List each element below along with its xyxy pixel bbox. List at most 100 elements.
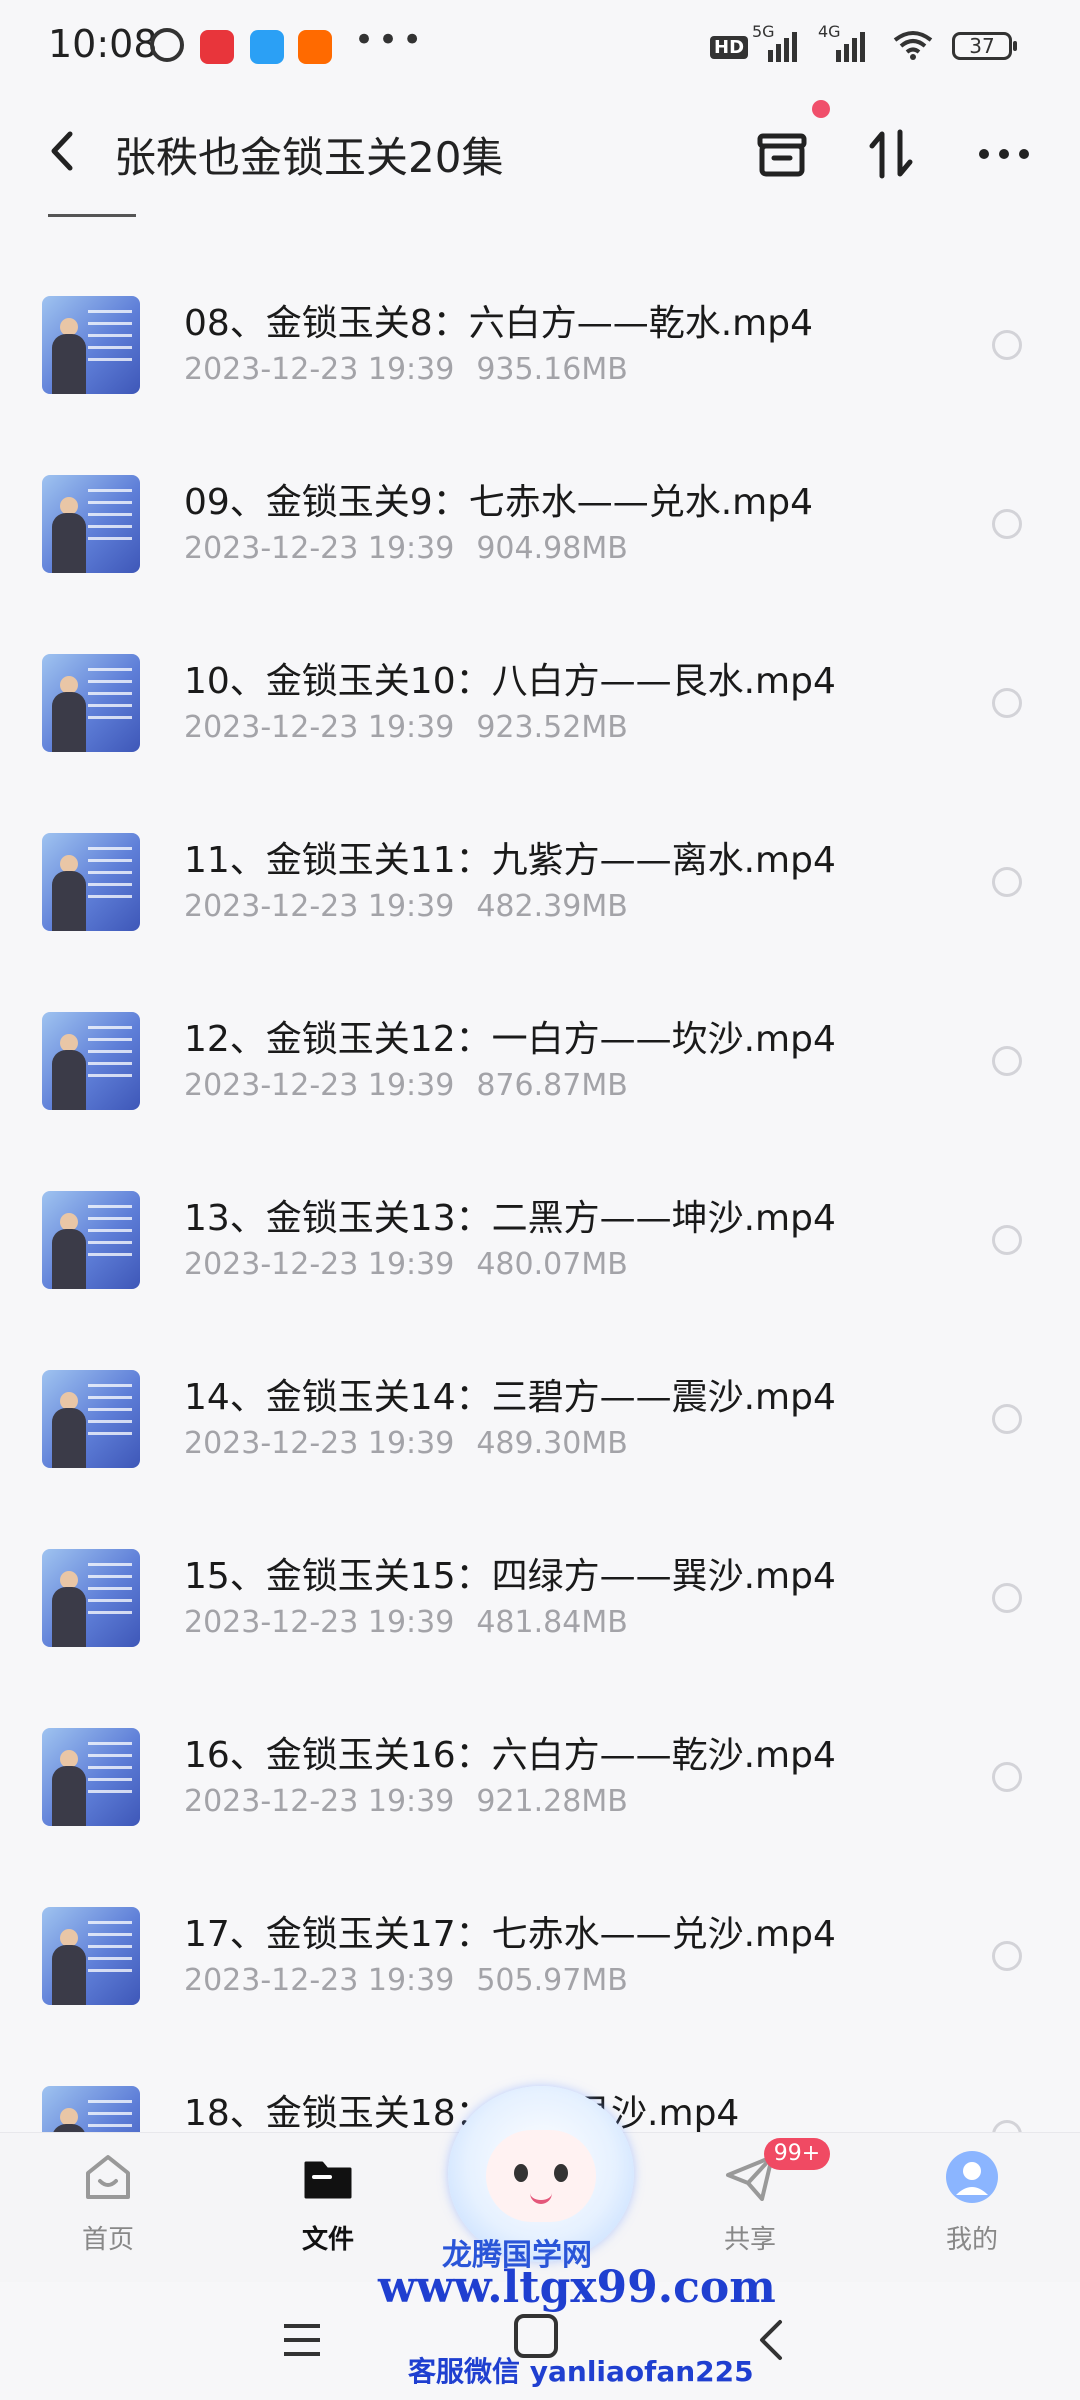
tab-home[interactable]: 首页 xyxy=(38,2133,178,2283)
select-checkbox[interactable] xyxy=(992,1762,1022,1792)
file-name: 18、金锁玉关18： ——艮沙.mp4 xyxy=(184,2093,740,2132)
file-size: 480.07MB xyxy=(476,1247,628,1282)
avatar-icon xyxy=(946,2151,998,2203)
watermark-contact: 客服微信 yanliaofan225 xyxy=(408,2355,754,2388)
file-date: 2023-12-23 19:39 xyxy=(184,531,455,566)
alarm-icon xyxy=(150,28,184,62)
file-size: 505.97MB xyxy=(476,1963,628,1998)
file-date: 2023-12-23 19:39 xyxy=(184,1068,455,1103)
file-name: 08、金锁玉关8：六白方——乾水.mp4 xyxy=(184,303,813,344)
list-item[interactable]: 15、金锁玉关15：四绿方——巽沙.mp4 2023-12-23 19:39 48… xyxy=(0,1493,1080,1672)
file-date: 2023-12-23 19:39 xyxy=(184,1426,455,1461)
video-thumbnail xyxy=(42,833,140,931)
notification-dot xyxy=(812,100,830,118)
top-bar: 张秩也金锁玉关20集 xyxy=(0,96,1080,206)
video-thumbnail xyxy=(42,1728,140,1826)
tab-label: 文件 xyxy=(301,2225,354,2255)
tab-files[interactable]: 文件 xyxy=(258,2133,398,2283)
video-thumbnail xyxy=(42,1012,140,1110)
file-meta: 2023-12-23 19:39 489.30MB xyxy=(184,1426,628,1461)
file-name: 17、金锁玉关17：七赤水——兑沙.mp4 xyxy=(184,1914,836,1955)
select-checkbox[interactable] xyxy=(992,1583,1022,1613)
select-checkbox[interactable] xyxy=(992,1404,1022,1434)
home-icon xyxy=(86,2155,130,2199)
system-back-icon[interactable] xyxy=(756,2318,786,2362)
file-date: 2023-12-23 19:39 xyxy=(184,352,455,387)
select-checkbox[interactable] xyxy=(992,1046,1022,1076)
status-bar: 10:08 ••• HD 5G 4G 37 xyxy=(0,0,1080,96)
select-checkbox[interactable] xyxy=(992,330,1022,360)
app-notification-icon xyxy=(200,30,234,64)
list-item[interactable]: 11、金锁玉关11：九紫方——离水.mp4 2023-12-23 19:39 48… xyxy=(0,777,1080,956)
file-meta: 2023-12-23 19:39 923.52MB xyxy=(184,710,628,745)
folder-icon xyxy=(304,2161,352,2199)
file-name: 13、金锁玉关13：二黑方——坤沙.mp4 xyxy=(184,1198,836,1239)
file-meta: 2023-12-23 19:39 935.16MB xyxy=(184,352,628,387)
list-item[interactable]: 14、金锁玉关14：三碧方——震沙.mp4 2023-12-23 19:39 48… xyxy=(0,1314,1080,1493)
more-dots-icon[interactable] xyxy=(974,124,1034,184)
file-size: 921.28MB xyxy=(476,1784,628,1819)
select-checkbox[interactable] xyxy=(992,1941,1022,1971)
app-notification-icon xyxy=(298,30,332,64)
select-checkbox[interactable] xyxy=(992,867,1022,897)
file-name: 16、金锁玉关16：六白方——乾沙.mp4 xyxy=(184,1735,836,1776)
signal-4g-icon: 4G xyxy=(818,22,878,62)
file-date: 2023-12-23 19:39 xyxy=(184,710,455,745)
file-name: 12、金锁玉关12：一白方——坎沙.mp4 xyxy=(184,1019,836,1060)
file-date: 2023-12-23 19:39 xyxy=(184,1784,455,1819)
list-item[interactable]: 09、金锁玉关9：七赤水——兑水.mp4 2023-12-23 19:39 904… xyxy=(0,419,1080,598)
app-notification-icon xyxy=(250,30,284,64)
file-size: 481.84MB xyxy=(476,1605,628,1640)
archive-box-icon[interactable] xyxy=(752,124,812,184)
file-name: 14、金锁玉关14：三碧方——震沙.mp4 xyxy=(184,1377,836,1418)
battery-icon: 37 xyxy=(952,32,1017,60)
file-name: 10、金锁玉关10：八白方——艮水.mp4 xyxy=(184,661,836,702)
file-meta: 2023-12-23 19:39 481.84MB xyxy=(184,1605,628,1640)
status-time: 10:08 xyxy=(48,22,158,66)
file-size: 904.98MB xyxy=(476,531,628,566)
tab-label: 首页 xyxy=(81,2225,134,2255)
tab-mine[interactable]: 我的 xyxy=(902,2133,1042,2283)
video-thumbnail xyxy=(42,475,140,573)
file-meta: 2023-12-23 19:39 480.07MB xyxy=(184,1247,628,1282)
file-meta: 2023-12-23 19:39 921.28MB xyxy=(184,1784,628,1819)
select-checkbox[interactable] xyxy=(992,688,1022,718)
list-item[interactable]: 12、金锁玉关12：一白方——坎沙.mp4 2023-12-23 19:39 87… xyxy=(0,956,1080,1135)
file-date: 2023-12-23 19:39 xyxy=(184,1963,455,1998)
file-meta: 2023-12-23 19:39 482.39MB xyxy=(184,889,628,924)
wifi-icon xyxy=(893,31,933,60)
video-thumbnail xyxy=(42,296,140,394)
select-checkbox[interactable] xyxy=(992,2120,1022,2132)
file-date: 2023-12-23 19:39 xyxy=(184,1247,455,1282)
video-thumbnail xyxy=(42,654,140,752)
video-thumbnail xyxy=(42,1907,140,2005)
file-meta: 2023-12-23 19:39 505.97MB xyxy=(184,1963,628,1998)
back-arrow-icon[interactable] xyxy=(42,126,82,176)
file-date: 2023-12-23 19:39 xyxy=(184,1605,455,1640)
list-item[interactable]: 16、金锁玉关16：六白方——乾沙.mp4 2023-12-23 19:39 92… xyxy=(0,1672,1080,1851)
video-thumbnail xyxy=(42,1370,140,1468)
file-size: 923.52MB xyxy=(476,710,628,745)
file-size: 482.39MB xyxy=(476,889,628,924)
select-checkbox[interactable] xyxy=(992,1225,1022,1255)
more-notifications-icon: ••• xyxy=(354,20,427,60)
file-size: 876.87MB xyxy=(476,1068,628,1103)
list-item[interactable]: 13、金锁玉关13：二黑方——坤沙.mp4 2023-12-23 19:39 48… xyxy=(0,1135,1080,1314)
share-badge: 99+ xyxy=(764,2138,830,2170)
list-item[interactable]: 08、金锁玉关8：六白方——乾水.mp4 2023-12-23 19:39 935… xyxy=(0,240,1080,419)
network-type-label: 5G xyxy=(752,22,775,41)
file-meta: 2023-12-23 19:39 876.87MB xyxy=(184,1068,628,1103)
video-thumbnail xyxy=(42,1549,140,1647)
list-item[interactable]: 10、金锁玉关10：八白方——艮水.mp4 2023-12-23 19:39 92… xyxy=(0,598,1080,777)
file-date: 2023-12-23 19:39 xyxy=(184,889,455,924)
list-item[interactable]: 17、金锁玉关17：七赤水——兑沙.mp4 2023-12-23 19:39 50… xyxy=(0,1851,1080,2030)
video-thumbnail xyxy=(42,1191,140,1289)
file-list: 08、金锁玉关8：六白方——乾水.mp4 2023-12-23 19:39 935… xyxy=(0,240,1080,2132)
menu-icon[interactable] xyxy=(282,2322,322,2358)
watermark-url: www.ltgx99.com xyxy=(378,2262,776,2313)
hd-indicator: HD xyxy=(710,36,749,59)
file-name: 11、金锁玉关11：九紫方——离水.mp4 xyxy=(184,840,836,881)
scroll-indicator xyxy=(48,214,136,217)
select-checkbox[interactable] xyxy=(992,509,1022,539)
sort-arrows-icon[interactable] xyxy=(862,124,922,184)
